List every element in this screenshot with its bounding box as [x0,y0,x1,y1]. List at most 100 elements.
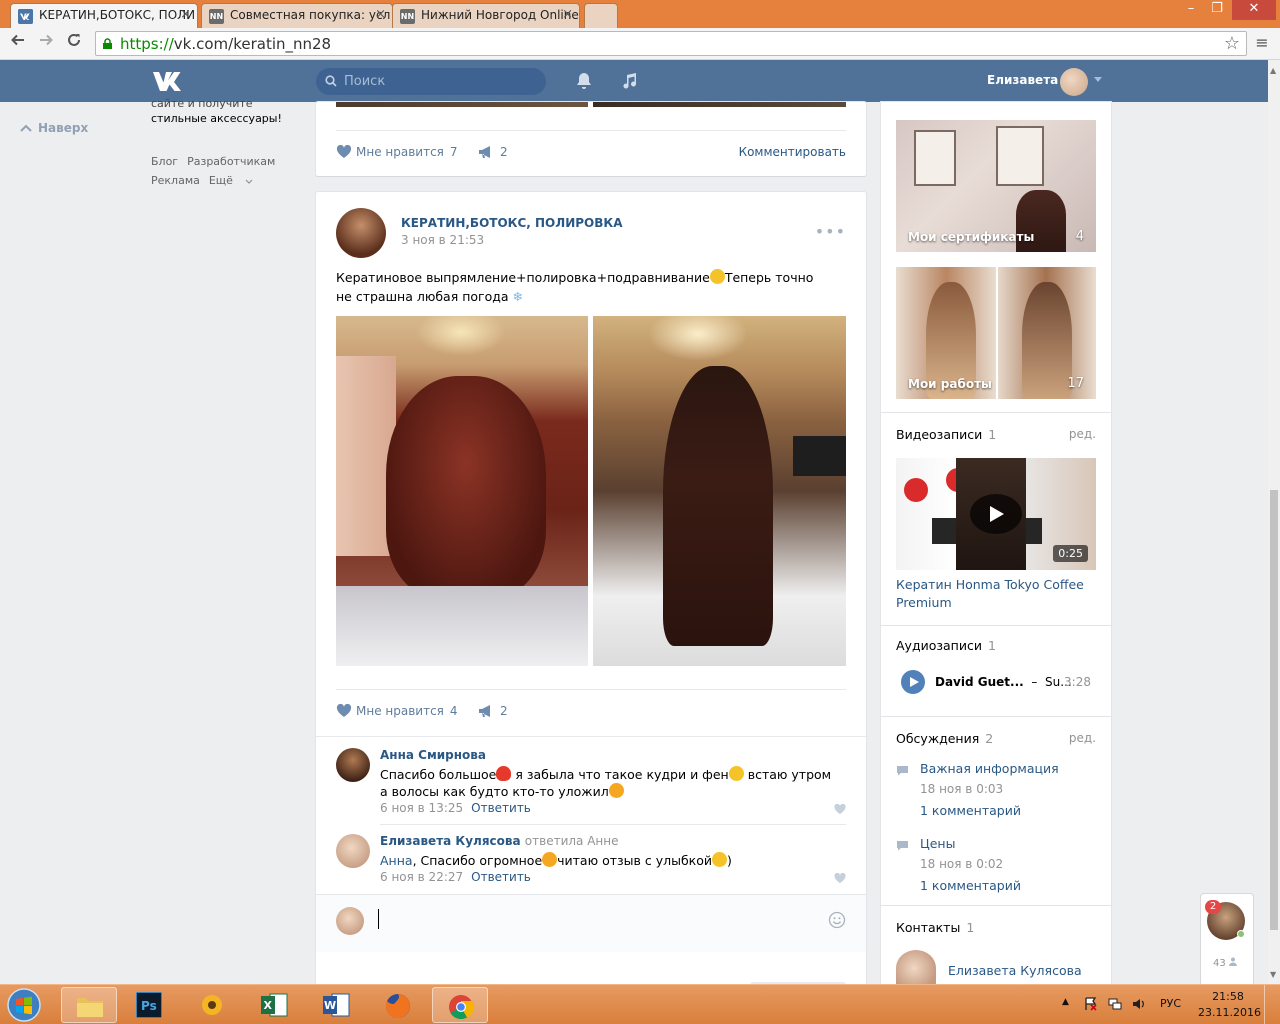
scroll-up-arrow-icon[interactable]: ▲ [1270,66,1276,75]
reload-button[interactable] [62,32,86,56]
tab-nn-online[interactable]: NN Нижний Новгород Online × [392,3,580,28]
link-developers[interactable]: Разработчикам [187,155,275,168]
post-author-name[interactable]: КЕРАТИН,БОТОКС, ПОЛИРОВКА [401,216,623,230]
comment-like-heart-icon[interactable] [834,873,846,884]
bookmark-star-icon[interactable]: ☆ [1224,33,1240,54]
audio-block: Аудиозаписи 1 David Guet... – Su... 3:28 [881,626,1111,716]
scroll-down-arrow-icon[interactable]: ▼ [1270,970,1276,979]
comment-like-heart-icon[interactable] [834,804,846,815]
taskbar-app[interactable] [184,987,240,1023]
audio-play-button[interactable] [901,670,925,694]
comment-input[interactable] [378,909,818,929]
contact-avatar[interactable] [896,950,936,986]
taskbar-photoshop[interactable]: Ps [122,987,178,1023]
contact-name[interactable]: Елизавета Кулясова [948,963,1082,978]
minimize-button[interactable]: – [1178,0,1204,20]
taskbar-word[interactable]: W [308,987,364,1023]
comment-avatar[interactable] [336,834,370,868]
taskbar-explorer[interactable] [61,987,117,1023]
start-button[interactable] [6,987,46,1023]
action-center-flag-icon[interactable] [1084,997,1098,1011]
videos-edit-link[interactable]: ред. [1069,427,1096,441]
link-blog[interactable]: Блог [151,155,178,168]
maximize-button[interactable]: ❐ [1204,0,1230,20]
taskbar-clock[interactable]: 21:58 23.11.2016 [1198,989,1261,1021]
comment-date[interactable]: 6 ноя в 22:27 [380,870,463,884]
scroll-to-top-button[interactable]: Наверх [20,121,88,135]
comment-author[interactable]: Елизавета Кулясова ответила Анне [380,834,619,848]
notifications-bell-icon[interactable] [574,71,594,91]
tab-close-icon[interactable]: × [375,7,386,22]
album-certificates[interactable]: Мои сертификаты 4 [896,120,1096,252]
search-input[interactable]: Поиск [316,68,546,95]
share-button[interactable]: 2 [478,145,508,159]
audio-header[interactable]: Аудиозаписи 1 [896,638,996,653]
share-button[interactable]: 2 [478,704,508,718]
reply-link[interactable]: Ответить [471,801,531,815]
tv-screen [793,436,846,476]
chat-widget[interactable]: 2 43 [1201,894,1253,986]
header-avatar[interactable] [1060,68,1088,96]
volume-icon[interactable] [1132,997,1146,1011]
chevron-down-icon[interactable] [1094,77,1102,82]
show-desktop-button[interactable] [1264,985,1280,1024]
contacts-header[interactable]: Контакты 1 [896,920,974,935]
reply-link[interactable]: Ответить [471,870,531,884]
tab-close-icon[interactable]: × [562,7,573,22]
audio-track-info[interactable]: David Guet... – Su... [935,675,1072,689]
post-author-avatar[interactable] [336,208,386,258]
comment-author[interactable]: Анна Смирнова [380,748,486,762]
comment-avatar[interactable] [336,748,370,782]
video-title-link[interactable]: Кератин Honma Tokyo Coffee Premium [896,576,1096,612]
like-button[interactable]: Мне нравится 4 [336,703,458,718]
post-action-bar: Мне нравится 7 2 Комментировать [336,130,846,174]
video-thumbnail[interactable]: 0:25 [896,458,1096,570]
topic-comments[interactable]: 1 комментарий [920,803,1021,818]
tab-close-icon[interactable]: × [180,7,191,22]
topic-comments[interactable]: 1 комментарий [920,878,1021,893]
chrome-menu-icon[interactable]: ≡ [1250,32,1274,56]
link-more[interactable]: Ещё [209,174,254,187]
vk-logo-icon[interactable] [152,70,186,92]
new-tab-button[interactable] [584,3,618,28]
post-photo[interactable] [336,102,588,107]
video-play-button[interactable] [970,494,1022,534]
address-bar[interactable]: https://vk.com/keratin_nn28 ☆ [95,31,1247,56]
album-my-works[interactable]: Мои работы 17 [896,267,1096,399]
window-close-button[interactable]: ✕ [1232,0,1276,20]
excel-icon: X [261,993,288,1017]
like-button[interactable]: Мне нравится 7 [336,144,458,159]
certificate-frame [996,126,1044,186]
comment-date[interactable]: 6 ноя в 13:25 [380,801,463,815]
tray-overflow-icon[interactable]: ▲ [1062,997,1069,1007]
heart-icon [336,144,352,158]
header-user-name[interactable]: Елизавета [987,73,1058,87]
taskbar-chrome[interactable] [432,987,488,1023]
taskbar-excel[interactable]: X [246,987,302,1023]
tab-joint-purchase[interactable]: NN Совместная покупка: усл × [201,3,393,28]
topic-title[interactable]: Важная информация [920,761,1059,776]
more-options-icon[interactable]: ••• [815,222,846,241]
discussions-header[interactable]: Обсуждения 2 [896,731,993,746]
post-date[interactable]: 3 ноя в 21:53 [401,233,484,247]
music-note-icon[interactable] [620,71,640,91]
link-ads[interactable]: Реклама [151,174,200,187]
online-friends-count[interactable]: 43 [1213,957,1237,969]
taskbar-firefox[interactable] [370,987,426,1023]
tab-vk-keratin[interactable]: КЕРАТИН,БОТОКС, ПОЛИ × [10,3,198,28]
language-indicator[interactable]: РУС [1160,997,1181,1010]
network-icon[interactable] [1108,997,1122,1011]
back-button[interactable] [6,32,30,56]
scrollbar-thumb[interactable] [1270,490,1278,930]
emoji-smile-icon[interactable] [828,911,846,929]
videos-header[interactable]: Видеозаписи 1 [896,427,996,442]
topic-title[interactable]: Цены [920,836,955,851]
post-photo-before[interactable] [336,316,588,666]
discussions-edit-link[interactable]: ред. [1069,731,1096,745]
page-scrollbar[interactable]: ▲ ▼ [1268,60,1280,984]
comment-link[interactable]: Комментировать [739,145,846,159]
post-photo-after[interactable] [593,316,846,666]
post-photo[interactable] [593,102,846,107]
forward-button[interactable] [34,32,58,56]
comment-item: Анна Смирнова Спасибо большое я забыла ч… [336,748,846,820]
